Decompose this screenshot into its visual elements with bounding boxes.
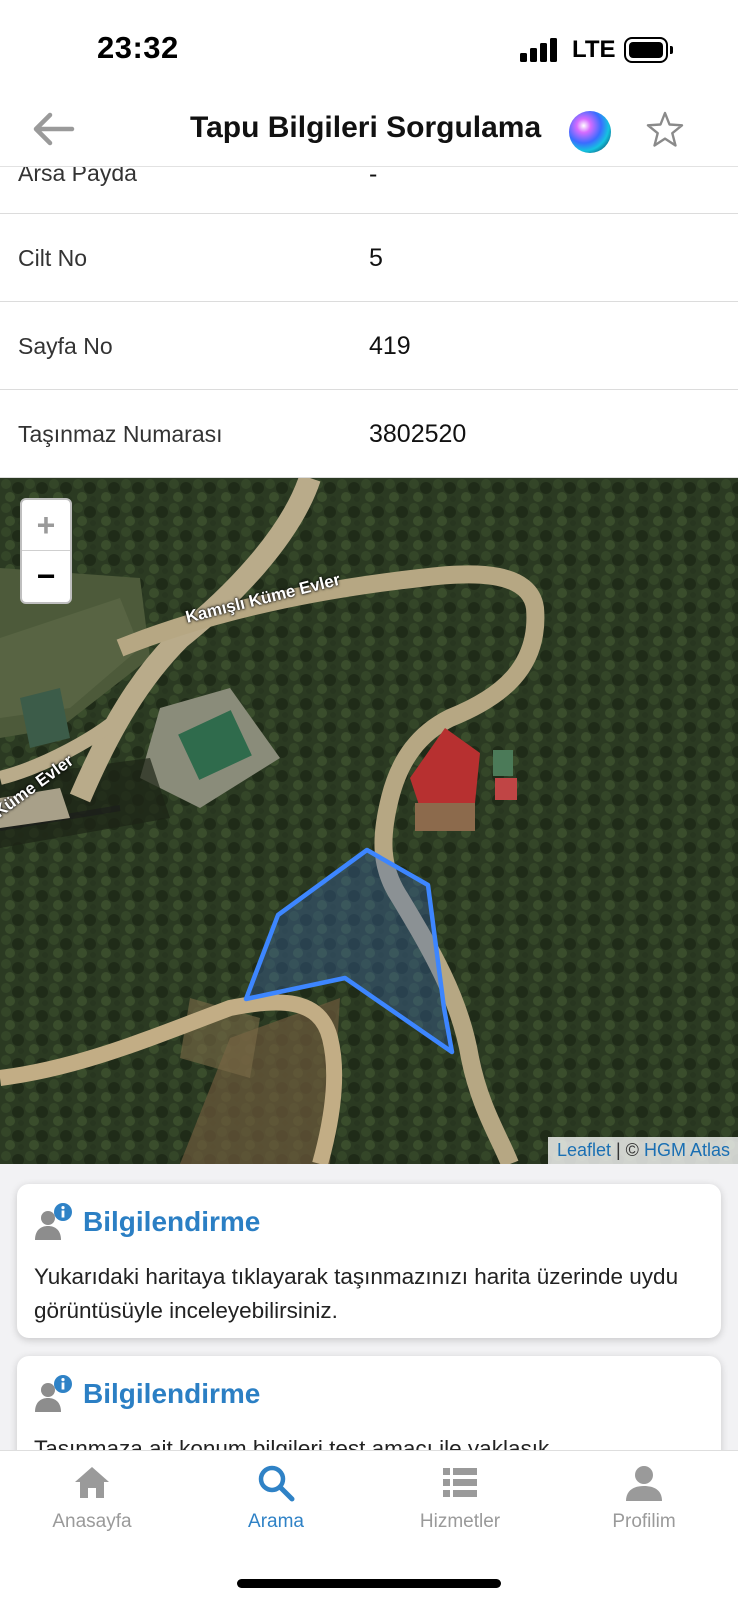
signal-icon (520, 38, 562, 62)
map-attribution: Leaflet | © HGM Atlas (547, 1137, 738, 1164)
info-row-tasinmaz-numarasi: Taşınmaz Numarası 3802520 (0, 390, 738, 478)
card-text: Yukarıdaki haritaya tıklayarak taşınmazı… (34, 1264, 679, 1323)
leaflet-link[interactable]: Leaflet (557, 1140, 611, 1160)
tab-profilim[interactable]: Profilim (552, 1463, 736, 1551)
profile-icon (626, 1466, 662, 1501)
info-row-cilt-no: Cilt No 5 (0, 214, 738, 302)
tab-anasayfa[interactable]: Anasayfa (0, 1463, 184, 1551)
back-button[interactable] (30, 109, 76, 149)
card-title: Bilgilendirme (83, 1206, 261, 1237)
tab-label: Anasayfa (52, 1511, 132, 1532)
property-info-list: Arsa Payda - Cilt No 5 Sayfa No 419 Taşı… (0, 136, 738, 478)
home-icon (75, 1467, 109, 1498)
satellite-imagery (0, 478, 738, 1164)
attribution-separator: | © (616, 1140, 639, 1160)
info-row-sayfa-no: Sayfa No 419 (0, 302, 738, 390)
user-info-icon (35, 1375, 72, 1412)
info-value: 3802520 (369, 420, 467, 448)
info-label: Taşınmaz Numarası (18, 421, 223, 447)
info-value: 5 (369, 244, 383, 272)
app-header: Tapu Bilgileri Sorgulama (0, 95, 738, 167)
siri-icon[interactable] (569, 111, 611, 153)
favorite-button[interactable] (644, 109, 686, 151)
user-info-icon (35, 1203, 72, 1240)
tab-label: Profilim (612, 1511, 676, 1532)
satellite-map[interactable]: Kamışlı Küme Evler Küme Evler + − Leafle… (0, 478, 738, 1164)
list-icon (443, 1468, 477, 1497)
info-card: Bilgilendirme Yukarıdaki haritaya tıklay… (17, 1184, 721, 1338)
zoom-in-button[interactable]: + (22, 500, 70, 551)
status-time: 23:32 (97, 30, 179, 65)
info-label: Sayfa No (18, 333, 113, 359)
info-label: Cilt No (18, 245, 88, 271)
tab-label: Arama (248, 1511, 304, 1532)
status-bar: 23:32 LTE (0, 0, 738, 95)
card-title: Bilgilendirme (83, 1378, 261, 1409)
network-type: LTE (572, 36, 616, 63)
tab-hizmetler[interactable]: Hizmetler (368, 1463, 552, 1551)
info-card: Bilgilendirme Taşınmaza ait konum bilgil… (17, 1356, 721, 1450)
tab-label: Hizmetler (419, 1511, 501, 1532)
arrow-left-icon (33, 112, 75, 146)
search-icon (258, 1465, 295, 1502)
screen: 23:32 LTE Arsa Payda - Cilt No 5 Sayfa N… (0, 0, 738, 1600)
zoom-out-button[interactable]: − (22, 551, 70, 602)
card-text: Taşınmaza ait konum bilgileri test amacı… (34, 1436, 550, 1450)
info-cards: Bilgilendirme Yukarıdaki haritaya tıklay… (0, 1164, 738, 1450)
hgm-atlas-link[interactable]: HGM Atlas (644, 1140, 730, 1160)
tab-arama[interactable]: Arama (184, 1463, 368, 1551)
battery-icon (624, 37, 673, 63)
info-value: 419 (369, 332, 411, 360)
tab-bar: Anasayfa Arama Hizmetler Profilim (0, 1450, 738, 1600)
zoom-control: + − (20, 498, 72, 604)
star-icon (646, 111, 684, 147)
home-indicator[interactable] (237, 1579, 501, 1588)
page-title: Tapu Bilgileri Sorgulama (190, 111, 542, 144)
